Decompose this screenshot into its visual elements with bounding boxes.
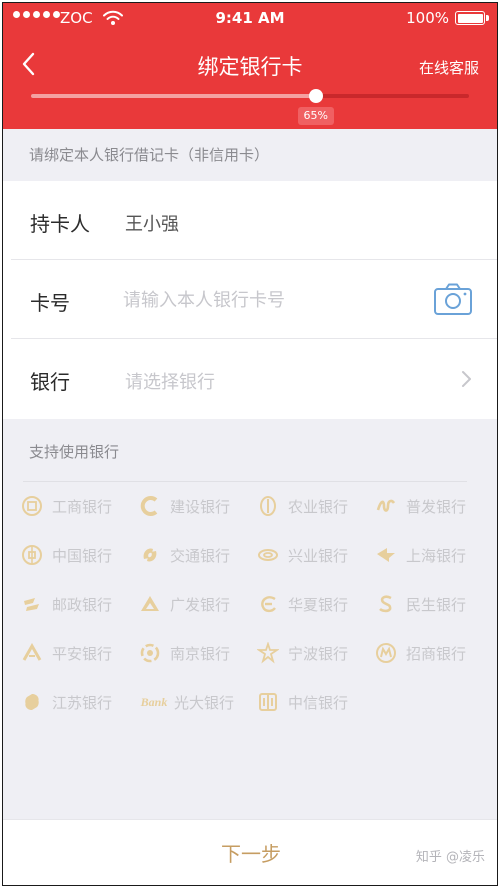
cmb-logo-icon [375, 642, 397, 664]
bank-item: 中信银行 [257, 689, 375, 715]
bank-name: 南京银行 [170, 644, 231, 663]
bank-name: 上海银行 [406, 546, 467, 565]
bank-row[interactable]: 银行 请选择银行 [3, 339, 497, 418]
card-number-label: 卡号 [30, 291, 70, 315]
progress-bar: 65% [31, 89, 469, 125]
progress-knob [308, 89, 323, 103]
icbc-logo-icon [21, 495, 43, 517]
spdb-logo-icon [375, 495, 397, 517]
bank-name: 江苏银行 [52, 693, 113, 712]
header: ZOC 9:41 AM 100% 绑定银行卡 在线客服 65% [3, 3, 497, 129]
bank-item: 建设银行 [139, 493, 257, 519]
bank-name: 邮政银行 [52, 595, 113, 614]
bank-name: 华夏银行 [288, 595, 349, 614]
watermark: 知乎 @凌乐 [415, 850, 485, 865]
bank-name: 兴业银行 [288, 546, 349, 565]
bank-item: 邮政银行 [21, 591, 139, 617]
cgb-logo-icon [139, 593, 161, 615]
progress-label: 65% [297, 107, 334, 125]
bank-item: 交通银行 [139, 542, 257, 568]
phone-screen: ZOC 9:41 AM 100% 绑定银行卡 在线客服 65% 请绑定本人银行借… [2, 2, 498, 886]
bocom-logo-icon [139, 544, 161, 566]
bank-name: 农业银行 [288, 497, 349, 516]
holder-value: 王小强 [125, 214, 179, 235]
bank-name: 民生银行 [406, 595, 467, 614]
nbcb-logo-icon [257, 642, 279, 664]
hxb-logo-icon [257, 593, 279, 615]
cmbc-logo-icon [375, 593, 397, 615]
chevron-right-icon [462, 371, 471, 387]
ceb-logo-icon: Bank [140, 694, 168, 709]
bank-item: 工商银行 [21, 493, 139, 519]
online-service-link[interactable]: 在线客服 [419, 57, 479, 78]
footer-bar: 下一步 知乎 @凌乐 [3, 819, 497, 885]
bank-name: 招商银行 [406, 644, 467, 663]
next-step-button[interactable]: 下一步 [153, 830, 349, 874]
nav-bar: 绑定银行卡 在线客服 [3, 41, 497, 91]
boc-logo-icon [21, 544, 43, 566]
bind-notice: 请绑定本人银行借记卡（非信用卡） [29, 146, 270, 164]
ccb-logo-icon [139, 495, 161, 517]
bank-select-placeholder[interactable]: 请选择银行 [125, 368, 215, 394]
bank-name: 工商银行 [52, 497, 113, 516]
bank-item: 江苏银行 [21, 689, 139, 715]
card-number-input[interactable] [123, 282, 403, 318]
citic-logo-icon [257, 691, 279, 713]
jsb-logo-icon [21, 691, 43, 713]
cib-logo-icon [257, 544, 279, 566]
bank-item: 华夏银行 [257, 591, 375, 617]
card-number-row: 卡号 [3, 260, 497, 339]
abc-logo-icon [257, 495, 279, 517]
bank-item: 民生银行 [375, 591, 493, 617]
bosc-logo-icon [375, 544, 397, 566]
bank-item: 宁波银行 [257, 640, 375, 666]
status-bar: ZOC 9:41 AM 100% [3, 3, 497, 33]
supported-banks-list: 工商银行 建设银行 农业银行 普发银行中国银行 交通银行 兴业银行 上海银行邮政银行 广发银行… [21, 493, 491, 715]
banks-divider [23, 481, 467, 482]
njcb-logo-icon [139, 642, 161, 664]
supported-banks-title: 支持使用银行 [29, 443, 120, 461]
bank-name: 宁波银行 [288, 644, 349, 663]
bank-item: 上海银行 [375, 542, 493, 568]
bank-name: 中国银行 [52, 546, 113, 565]
bank-name: 中信银行 [288, 693, 349, 712]
bank-name: 交通银行 [170, 546, 231, 565]
battery-percent: 100% [406, 9, 449, 27]
bank-item: 南京银行 [139, 640, 257, 666]
bank-item: 广发银行 [139, 591, 257, 617]
progress-fill [31, 94, 316, 98]
card-form: 持卡人 王小强 卡号 银行 请选择银行 [3, 181, 497, 419]
bank-item: 兴业银行 [257, 542, 375, 568]
bank-name: 广发银行 [170, 595, 231, 614]
pab-logo-icon [21, 642, 43, 664]
bank-name: 平安银行 [52, 644, 113, 663]
holder-row: 持卡人 王小强 [3, 181, 497, 260]
bank-item: Bank 光大银行 [139, 689, 257, 715]
psbc-logo-icon [21, 593, 43, 615]
bank-name: 光大银行 [174, 693, 235, 712]
bank-item: 普发银行 [375, 493, 493, 519]
holder-label: 持卡人 [30, 212, 90, 236]
bank-item: 平安银行 [21, 640, 139, 666]
bank-item: 农业银行 [257, 493, 375, 519]
bank-item: 招商银行 [375, 640, 493, 666]
bank-name: 普发银行 [406, 497, 467, 516]
bank-item: 中国银行 [21, 542, 139, 568]
bank-name: 建设银行 [170, 497, 231, 516]
camera-icon[interactable] [433, 282, 473, 316]
battery-icon [455, 11, 489, 25]
bank-label: 银行 [30, 370, 70, 394]
